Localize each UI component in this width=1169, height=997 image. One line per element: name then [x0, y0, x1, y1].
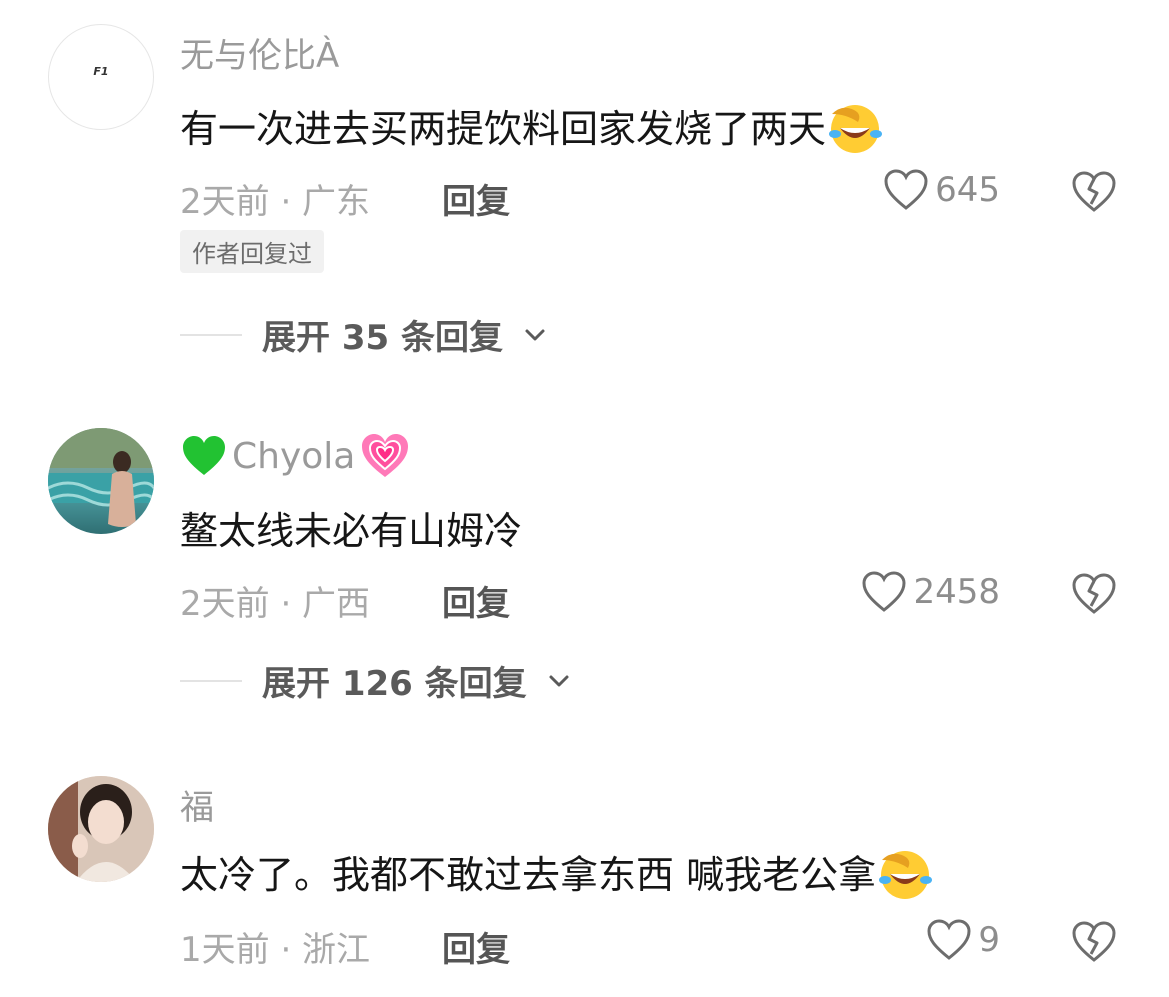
username[interactable]: 无与伦比À — [180, 28, 339, 77]
heart-outline-icon — [927, 919, 971, 960]
reply-button[interactable]: 回复 — [442, 922, 510, 971]
growing-heart-icon — [362, 434, 409, 477]
like-button[interactable]: 9 — [926, 918, 1000, 962]
laughing-tears-emoji-icon — [876, 846, 934, 909]
comment-meta: 1天前 · 浙江 — [180, 930, 371, 970]
comment-text: 鳌太线未必有山姆冷 — [180, 509, 523, 553]
avatar-photo — [48, 776, 154, 882]
dislike-button[interactable] — [1070, 572, 1118, 620]
expand-replies-button[interactable]: 展开 126 条回复 — [180, 656, 571, 705]
broken-heart-icon — [1072, 171, 1116, 212]
comment-text-content: 有一次进去买两提饮料回家发烧了两天 — [180, 107, 827, 151]
dislike-button[interactable] — [1070, 920, 1118, 968]
like-button[interactable]: 645 — [883, 168, 1000, 212]
like-count: 9 — [978, 920, 1000, 960]
username[interactable]: 福 — [180, 780, 214, 829]
expand-replies-label: 展开 126 条回复 — [262, 664, 527, 704]
expand-replies-label: 展开 35 条回复 — [262, 318, 503, 358]
avatar-logo-text: F1 — [93, 65, 109, 78]
green-heart-icon — [183, 436, 225, 475]
expand-replies-button[interactable]: 展开 35 条回复 — [180, 310, 547, 359]
laughing-tears-emoji-icon — [826, 100, 884, 163]
dislike-button[interactable] — [1070, 170, 1118, 218]
heart-outline-icon — [862, 571, 906, 612]
reply-button[interactable]: 回复 — [442, 576, 510, 625]
divider-line — [180, 333, 242, 336]
avatar[interactable] — [48, 428, 154, 534]
broken-heart-icon — [1072, 573, 1116, 614]
chevron-down-icon — [549, 675, 569, 686]
heart-outline-icon — [884, 169, 928, 210]
username: Chyola — [232, 435, 356, 477]
comment-meta: 2天前 · 广西 — [180, 584, 371, 624]
avatar-photo — [48, 428, 154, 527]
username-row[interactable]: Chyola — [180, 432, 411, 480]
like-count: 2458 — [913, 572, 1000, 612]
author-replied-badge: 作者回复过 — [180, 230, 324, 273]
chevron-down-icon — [525, 329, 545, 340]
comment-text-content: 太冷了。我都不敢过去拿东西 喊我老公拿 — [180, 853, 877, 897]
comment-text: 有一次进去买两提饮料回家发烧了两天 — [180, 98, 884, 163]
avatar[interactable]: F1 — [48, 24, 154, 130]
like-count: 645 — [935, 170, 1000, 210]
reply-button[interactable]: 回复 — [442, 174, 510, 223]
divider-line — [180, 679, 242, 682]
broken-heart-icon — [1072, 921, 1116, 962]
like-button[interactable]: 2458 — [861, 570, 1000, 614]
avatar[interactable] — [48, 776, 154, 882]
comment-meta: 2天前 · 广东 — [180, 182, 371, 222]
comment-text: 太冷了。我都不敢过去拿东西 喊我老公拿 — [180, 844, 934, 909]
